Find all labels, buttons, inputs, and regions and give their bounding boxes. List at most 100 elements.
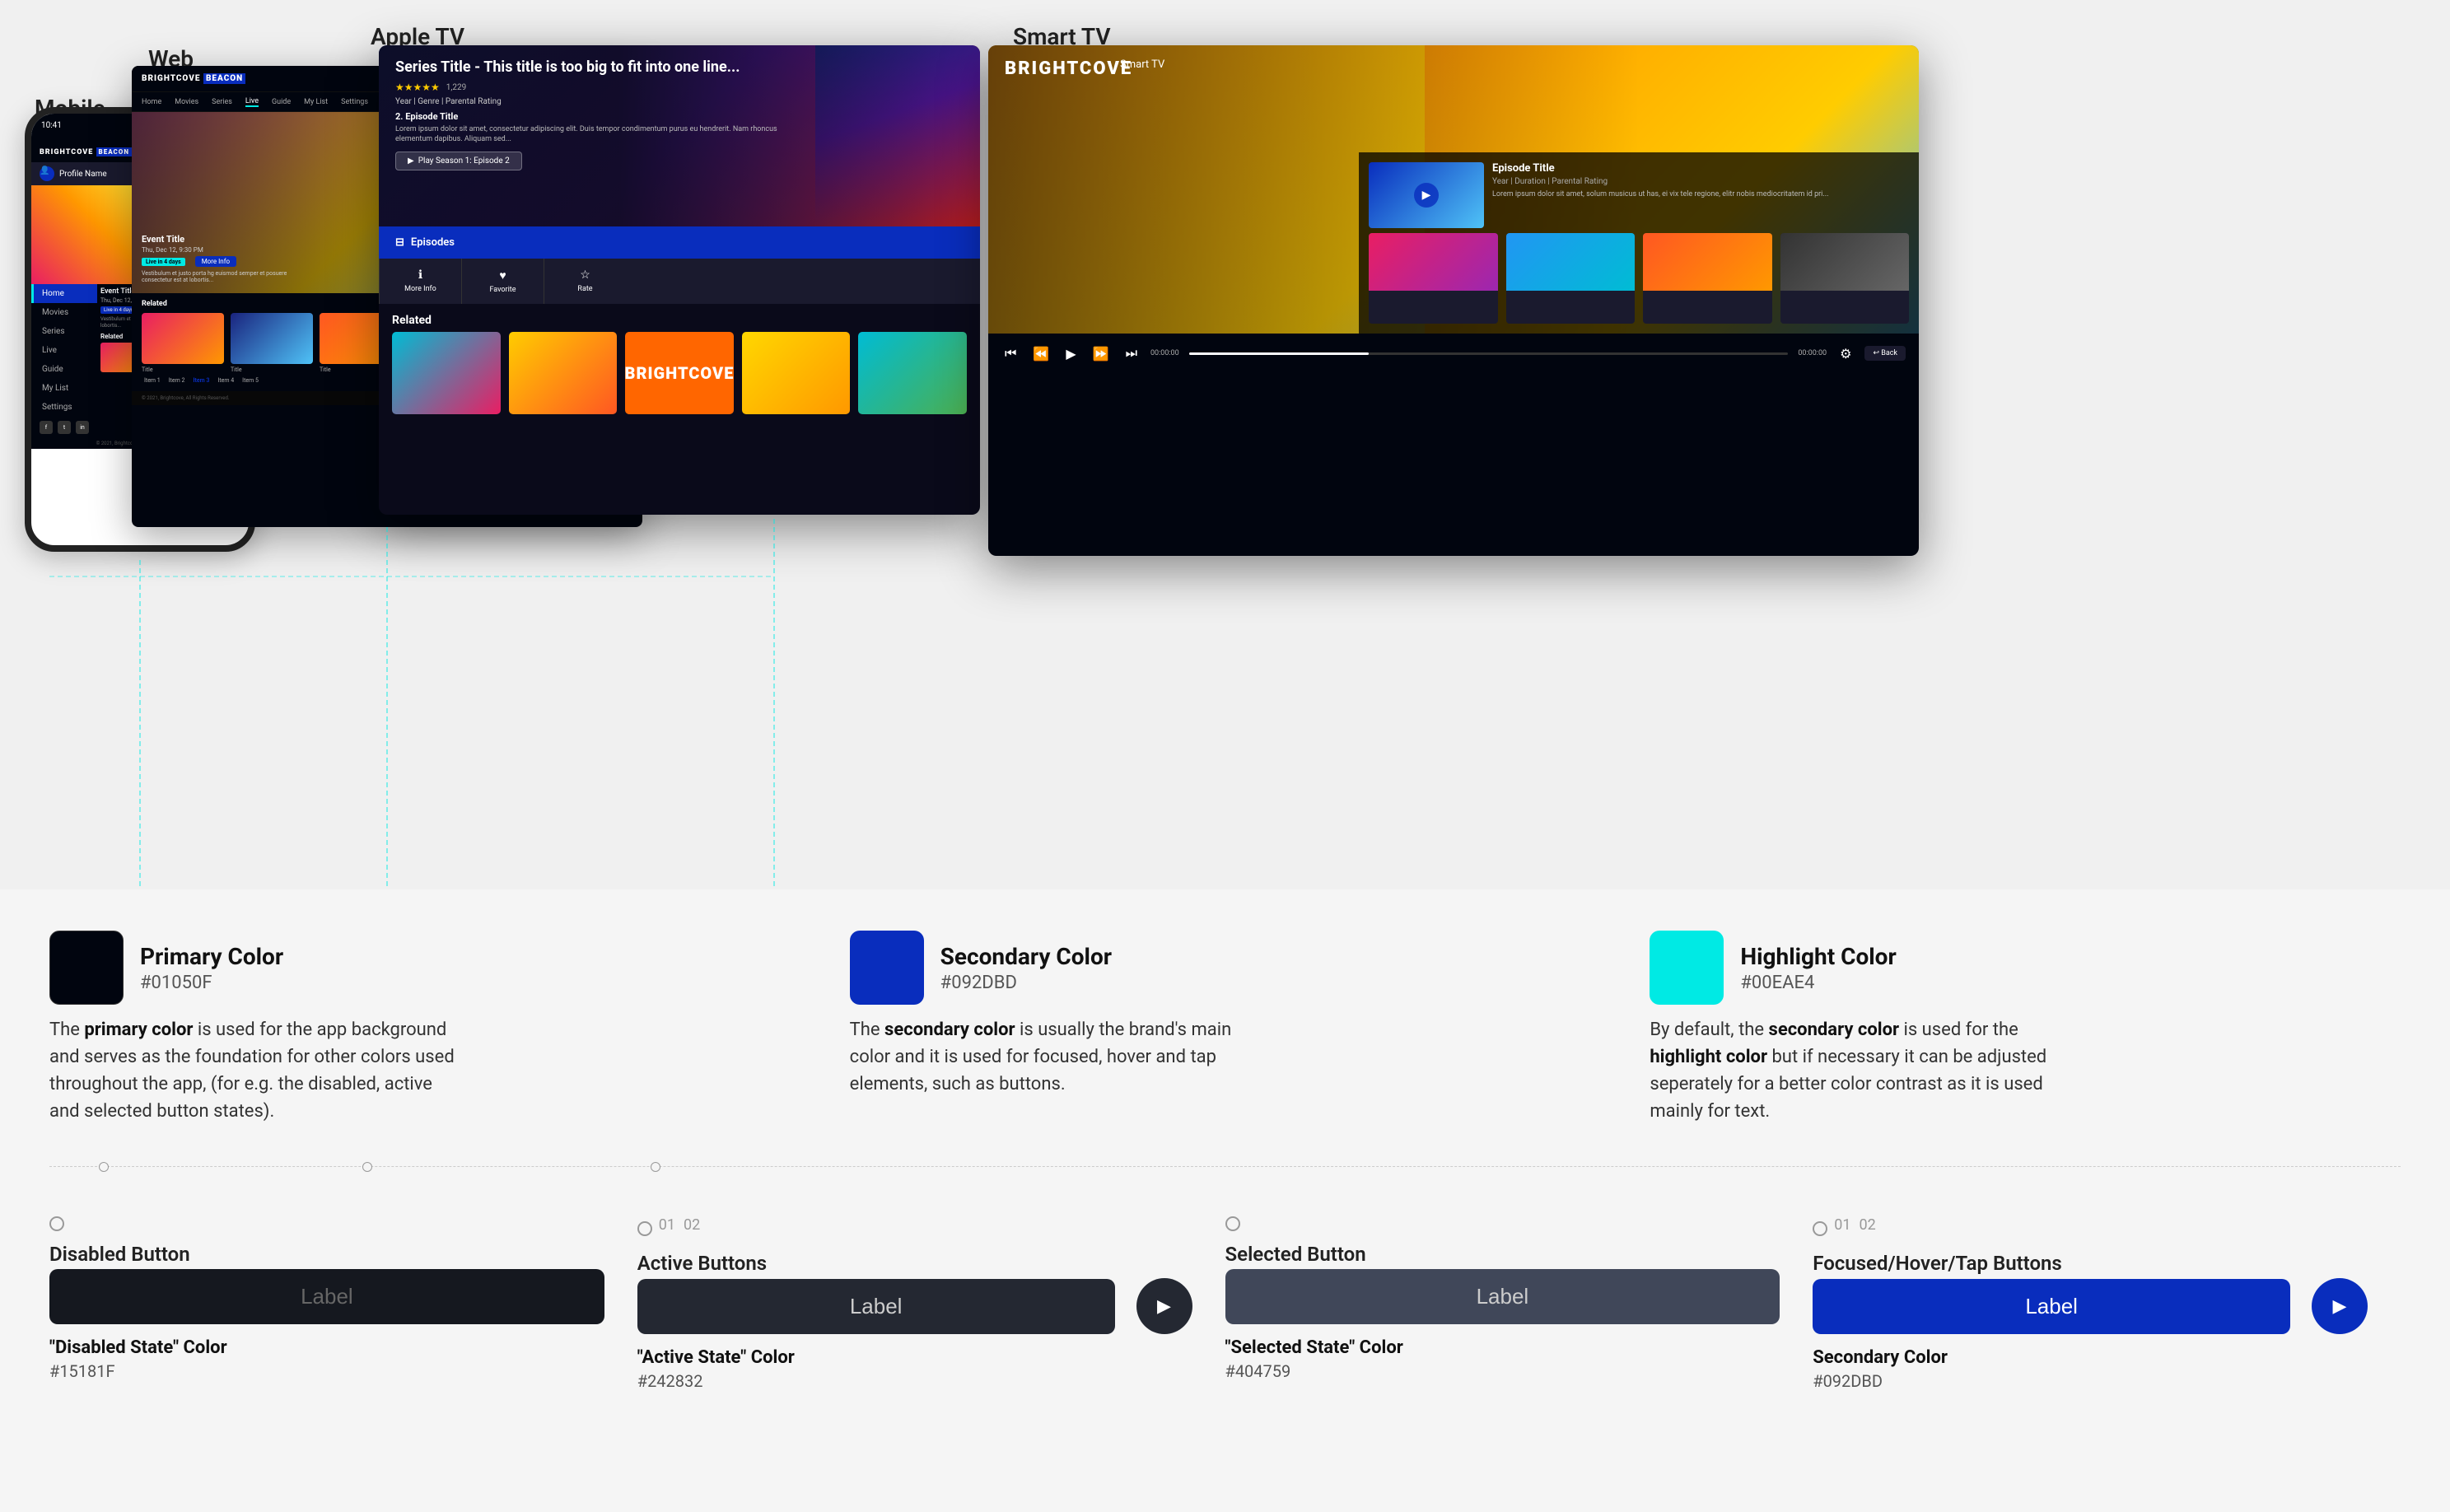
primary-color-description: The primary color is used for the app ba… (49, 1016, 461, 1125)
atv-rating-count: 1,229 (446, 83, 466, 92)
selected-button[interactable]: Label (1225, 1269, 1780, 1324)
mobile-nav-home[interactable]: Home (31, 284, 97, 303)
secondary-color-card: Secondary Color #092DBD The secondary co… (850, 931, 1601, 1125)
instagram-icon[interactable]: in (76, 421, 89, 434)
web-nav-live[interactable]: Live (245, 97, 259, 107)
atv-favorite-button[interactable]: ♥ Favorite (461, 259, 544, 304)
web-nav-movies[interactable]: Movies (175, 98, 198, 106)
web-page-4[interactable]: Item 4 (215, 376, 236, 385)
stv-progress-bar[interactable] (1189, 352, 1789, 355)
atv-hero: Series Title - This title is too big to … (379, 45, 980, 226)
active-play-button[interactable]: ▶ (1136, 1278, 1192, 1334)
stv-rewind-button[interactable]: ⏪ (1029, 343, 1052, 365)
info-icon: ℹ (418, 268, 422, 282)
mobile-nav-mylist[interactable]: My List (31, 379, 97, 398)
primary-color-header: Primary Color #01050F (49, 931, 800, 1005)
atv-rate-button[interactable]: ☆ Rate (544, 259, 626, 304)
web-page-1[interactable]: Item 1 (142, 376, 163, 385)
stv-episode-thumbnail: ▶ (1369, 162, 1484, 228)
stv-skip-forward-button[interactable]: ⏭ (1122, 342, 1141, 365)
highlight-color-description: By default, the secondary color is used … (1650, 1016, 2061, 1125)
atv-episodes-button[interactable]: ⊟ Episodes (379, 226, 980, 259)
web-nav-guide[interactable]: Guide (272, 98, 291, 106)
disabled-state-hex: #15181F (49, 1361, 604, 1381)
active-state-header: 01 02 (637, 1216, 1192, 1240)
atv-episode-title: 2. Episode Title (395, 111, 807, 122)
web-hero-date: Thu, Dec 12, 9:30 PM (142, 246, 306, 254)
stv-skip-back-button[interactable]: ⏮ (1001, 342, 1020, 365)
web-nav-series[interactable]: Series (212, 98, 232, 106)
heart-icon: ♥ (499, 268, 506, 282)
atv-action-buttons: ℹ More Info ♥ Favorite ☆ Rate (379, 259, 980, 304)
stv-ep-item-3[interactable] (1643, 233, 1772, 324)
active-state-hex: #242832 (637, 1371, 1192, 1391)
disabled-state-header (49, 1216, 604, 1231)
atv-thumb-4[interactable] (742, 332, 851, 414)
active-button[interactable]: Label (637, 1279, 1115, 1334)
facebook-icon[interactable]: f (40, 421, 53, 434)
bottom-section: Primary Color #01050F The primary color … (0, 889, 2450, 1424)
primary-color-swatch (49, 931, 124, 1005)
stv-settings-button[interactable]: ⚙ (1836, 343, 1855, 365)
stv-ep-item-1[interactable] (1369, 233, 1498, 324)
stv-back-button[interactable]: ↩ Back (1864, 346, 1906, 361)
active-button-label: Active Buttons (637, 1252, 1192, 1275)
stv-ep-item-4[interactable] (1780, 233, 1910, 324)
web-nav-home[interactable]: Home (142, 98, 161, 106)
atv-related-title: Related (379, 304, 980, 332)
stv-play-pause-button[interactable]: ▶ (1062, 343, 1079, 365)
highlight-color-card: Highlight Color #00EAE4 By default, the … (1650, 931, 2401, 1125)
web-more-info-button[interactable]: More Info (195, 256, 236, 267)
web-thumb-2[interactable] (231, 313, 313, 364)
web-thumb-1[interactable] (142, 313, 224, 364)
highlight-color-swatch (1650, 931, 1724, 1005)
mobile-nav-series[interactable]: Series (31, 322, 97, 341)
atv-play-button[interactable]: ▶ Play Season 1: Episode 2 (395, 152, 522, 170)
stv-hero: BRIGHTCOVE Smart TV ▶ Episode Title Year… (988, 45, 1919, 334)
focused-button-label: Focused/Hover/Tap Buttons (1813, 1252, 2368, 1275)
mobile-profile-name: Profile Name (59, 170, 107, 179)
appletv-frame: Series Title - This title is too big to … (379, 45, 980, 515)
stv-ep-item-2[interactable] (1506, 233, 1636, 324)
web-nav-settings[interactable]: Settings (341, 98, 368, 106)
secondary-color-hex: #092DBD (940, 973, 1112, 993)
separator-line (49, 1166, 2401, 1167)
atv-thumb-3[interactable]: BRIGHTCOVE (625, 332, 734, 414)
play-icon: ▶ (408, 156, 414, 166)
button-states-row: Disabled Button Label "Disabled State" C… (49, 1216, 2401, 1391)
web-page-3[interactable]: Item 3 (190, 376, 212, 385)
secondary-color-name: Secondary Color (940, 943, 1112, 970)
disabled-button[interactable]: Label (49, 1269, 604, 1324)
active-num-02: 02 (684, 1216, 700, 1234)
mobile-nav-movies[interactable]: Movies (31, 303, 97, 322)
connector-dot-1 (99, 1162, 109, 1172)
active-btn-row: Label ▶ (637, 1278, 1192, 1334)
mobile-nav-guide[interactable]: Guide (31, 360, 97, 379)
twitter-icon[interactable]: t (58, 421, 71, 434)
primary-color-name: Primary Color (140, 943, 283, 970)
stv-episode-title: Episode Title (1492, 162, 1909, 175)
primary-color-info: Primary Color #01050F (140, 943, 283, 993)
web-copyright: © 2021, Brightcove, All Rights Reserved. (142, 395, 229, 401)
focused-state-header: 01 02 (1813, 1216, 2368, 1240)
mobile-nav-settings[interactable]: Settings (31, 398, 97, 417)
atv-thumb-2[interactable] (509, 332, 618, 414)
atv-thumb-5[interactable] (858, 332, 967, 414)
stv-fast-forward-button[interactable]: ⏩ (1090, 343, 1113, 365)
mobile-navigation: Home Movies Series Live Guide My List Se… (31, 284, 97, 438)
mobile-nav-live[interactable]: Live (31, 341, 97, 360)
web-page-5[interactable]: Item 5 (240, 376, 261, 385)
atv-more-info-button[interactable]: ℹ More Info (379, 259, 461, 304)
focused-button[interactable]: Label (1813, 1279, 2290, 1334)
focused-num-01: 01 (1834, 1216, 1850, 1234)
stv-time-start: 00:00:00 (1150, 349, 1179, 357)
web-page-2[interactable]: Item 2 (166, 376, 188, 385)
stv-play-icon[interactable]: ▶ (1414, 183, 1439, 208)
disabled-button-group: Disabled Button Label "Disabled State" C… (49, 1216, 637, 1381)
atv-thumb-1[interactable] (392, 332, 501, 414)
web-nav-mylist[interactable]: My List (304, 98, 328, 106)
atv-series-title: Series Title - This title is too big to … (395, 58, 807, 77)
focused-play-button[interactable]: ▶ (2312, 1278, 2368, 1334)
focused-state-hex: #092DBD (1813, 1371, 2368, 1391)
disabled-state-dot (49, 1216, 64, 1231)
